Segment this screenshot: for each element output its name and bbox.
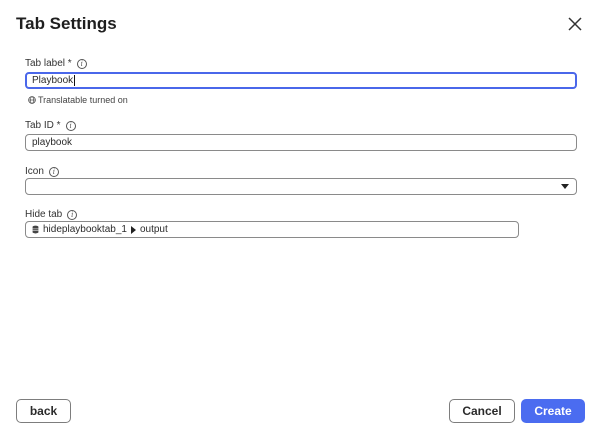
chevron-down-icon (561, 184, 569, 189)
info-icon[interactable]: i (67, 209, 78, 220)
tab-label-text: Tab label * (25, 58, 72, 69)
cancel-button[interactable]: Cancel (449, 399, 515, 423)
icon-text: Icon (25, 166, 44, 177)
dialog-title: Tab Settings (16, 14, 117, 33)
icon-select[interactable] (25, 178, 577, 195)
tab-id-value: playbook (32, 137, 73, 148)
close-icon[interactable] (566, 15, 584, 33)
back-button[interactable]: back (16, 399, 71, 423)
database-icon (32, 225, 39, 234)
tab-label-label: Tab label * i (25, 58, 87, 69)
create-button[interactable]: Create (521, 399, 585, 423)
tab-label-input[interactable]: Playbook (25, 72, 577, 89)
translatable-hint-text: Translatable turned on (38, 95, 128, 105)
hide-tab-text: Hide tab (25, 209, 63, 220)
data-path: hideplaybooktab_1 output (32, 224, 168, 235)
tab-id-text: Tab ID * (25, 120, 61, 131)
tab-label-value: Playbook (32, 75, 74, 86)
hide-tab-source: hideplaybooktab_1 (43, 224, 127, 235)
icon-label: Icon i (25, 166, 59, 177)
info-icon[interactable]: i (76, 58, 87, 69)
tab-id-label: Tab ID * i (25, 120, 76, 131)
hide-tab-output: output (139, 224, 168, 235)
info-icon[interactable]: i (48, 166, 59, 177)
info-icon[interactable]: i (65, 120, 76, 131)
tab-id-input[interactable]: playbook (25, 134, 577, 151)
translatable-hint: Translatable turned on (28, 95, 128, 105)
globe-icon (28, 96, 36, 104)
hide-tab-label: Hide tab i (25, 209, 78, 220)
text-caret (74, 75, 76, 86)
hide-tab-input[interactable]: hideplaybooktab_1 output (25, 221, 519, 238)
caret-right-icon (130, 225, 136, 234)
